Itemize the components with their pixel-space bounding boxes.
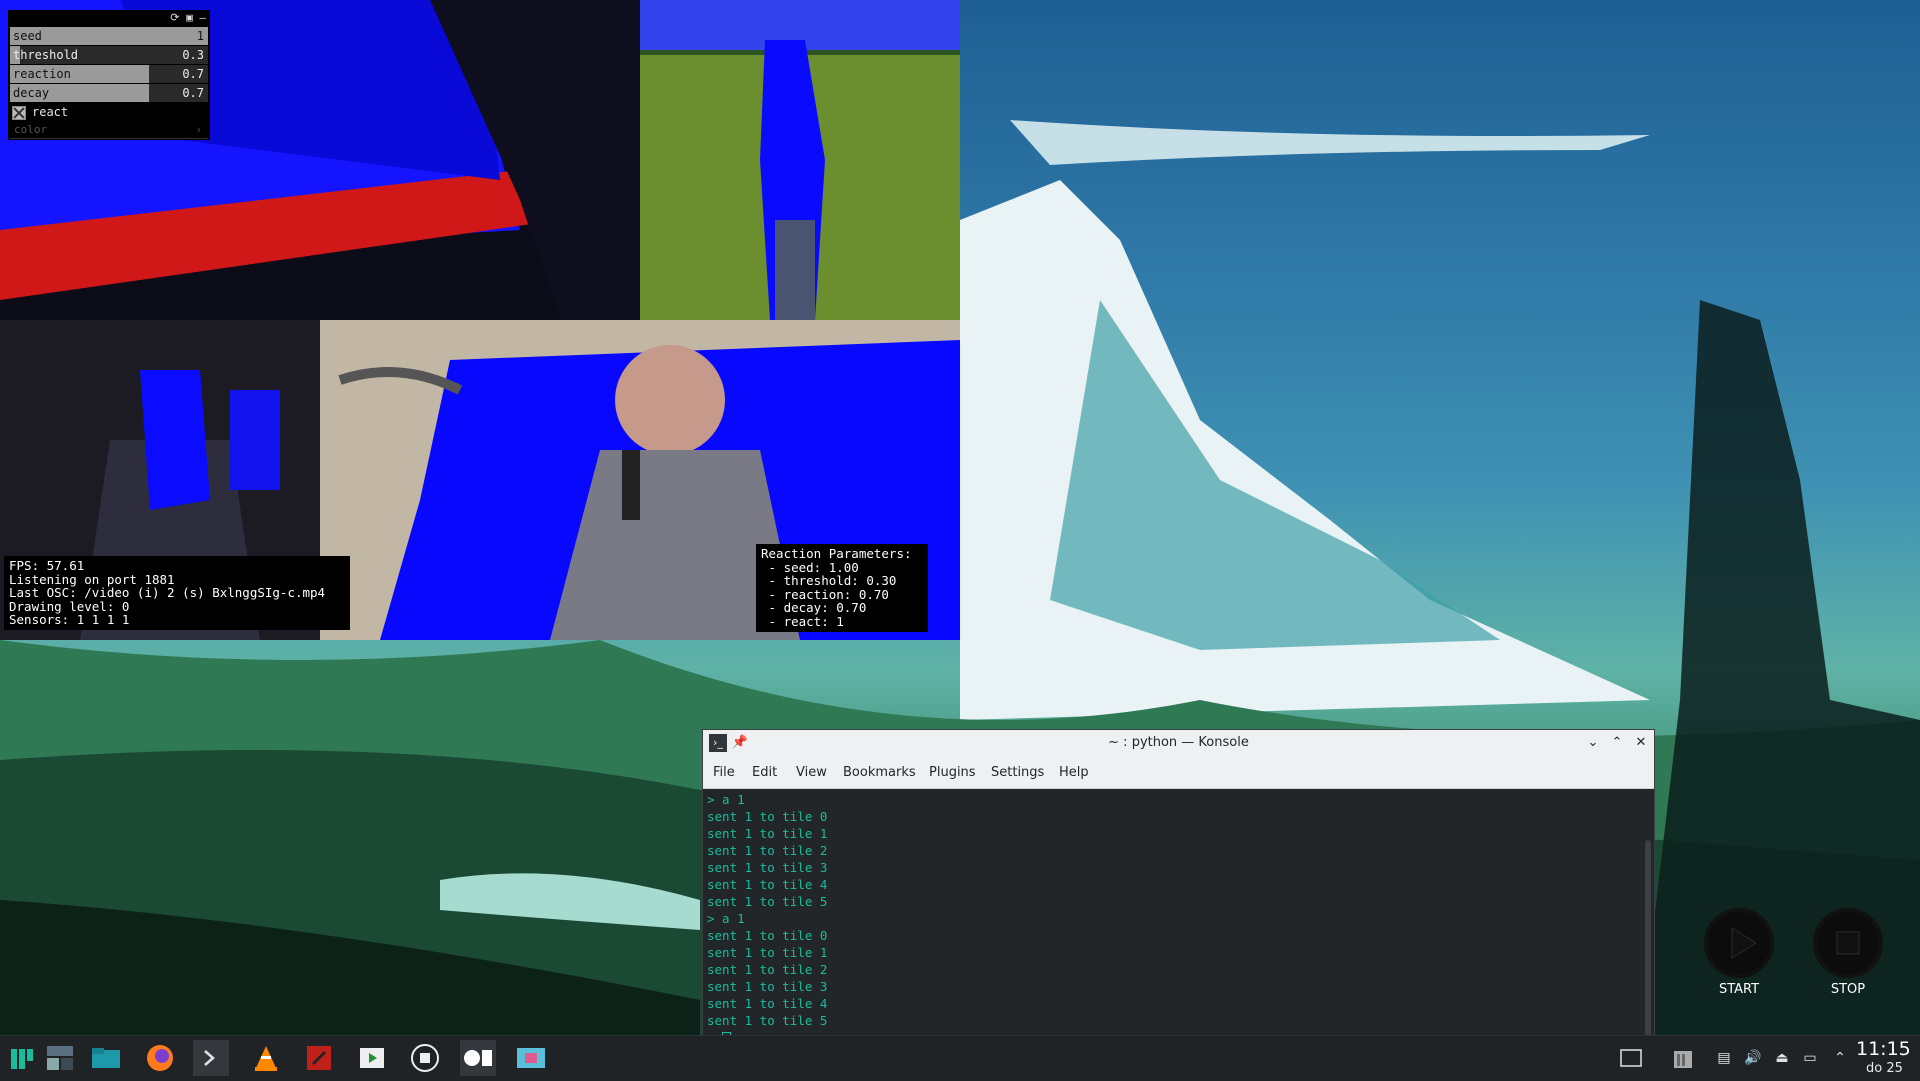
terminal-line: sent 1 to tile 1 xyxy=(707,945,828,960)
refresh-icon[interactable]: ⟳ xyxy=(170,11,179,24)
param-react: - react: 1 xyxy=(761,613,844,629)
minimize-icon[interactable]: – xyxy=(199,11,206,24)
slider-label: threshold xyxy=(13,48,79,62)
volume-icon[interactable]: 🔊 xyxy=(1743,1048,1763,1068)
terminal-output[interactable]: > a 1 sent 1 to tile 0 sent 1 to tile 1 … xyxy=(703,789,1654,1042)
record-icon[interactable] xyxy=(407,1040,443,1076)
start-button[interactable] xyxy=(1704,908,1774,978)
firefox-icon[interactable] xyxy=(142,1040,178,1076)
taskbar: ▤ 🔊 ⏏ ▭ ⌃ 11:15 do 25 xyxy=(0,1035,1920,1081)
play-icon xyxy=(1731,927,1757,959)
gui-panel: ⟳ ▣ – seed 1 threshold 0.3 reaction 0.7 … xyxy=(8,10,210,140)
slider-seed[interactable]: seed 1 xyxy=(10,27,208,45)
network-icon[interactable]: ▭ xyxy=(1800,1048,1820,1068)
terminal-line: sent 1 to tile 3 xyxy=(707,860,828,875)
save-icon[interactable]: ▣ xyxy=(186,11,193,24)
terminal-line: sent 1 to tile 4 xyxy=(707,996,828,1011)
stop-button[interactable] xyxy=(1813,908,1883,978)
param-seed: - seed: 1.00 xyxy=(761,559,859,575)
screenshot-icon[interactable] xyxy=(513,1040,549,1076)
clock-time[interactable]: 11:15 xyxy=(1856,1038,1911,1060)
show-desktop-icon[interactable] xyxy=(1620,1048,1642,1068)
slider-value: 0.7 xyxy=(182,86,204,100)
window-title: ~ : python — Konsole xyxy=(1108,735,1249,750)
fps-text: FPS: 57.61 xyxy=(9,558,85,573)
slider-value: 0.3 xyxy=(182,48,204,62)
menu-edit[interactable]: Edit xyxy=(752,765,777,780)
group-color[interactable]: color › xyxy=(10,122,208,139)
chevron-right-icon: › xyxy=(195,123,202,136)
menu-view[interactable]: View xyxy=(796,765,827,780)
params-overlay: Reaction Parameters: - seed: 1.00 - thre… xyxy=(756,544,928,632)
archive-icon[interactable] xyxy=(1672,1048,1692,1068)
clock-date[interactable]: do 25 xyxy=(1866,1061,1903,1076)
file-manager-icon[interactable] xyxy=(88,1040,124,1076)
minimize-button[interactable]: ⌄ xyxy=(1584,734,1602,752)
param-threshold: - threshold: 0.30 xyxy=(761,573,897,589)
param-reaction: - reaction: 0.70 xyxy=(761,586,889,602)
media-player-icon[interactable] xyxy=(354,1040,390,1076)
menu-help[interactable]: Help xyxy=(1059,765,1089,780)
usb-icon[interactable]: ⏏ xyxy=(1772,1048,1792,1068)
terminal-scrollbar[interactable] xyxy=(1645,840,1651,1038)
terminal-line: sent 1 to tile 1 xyxy=(707,826,828,841)
openframeworks-icon[interactable] xyxy=(460,1040,496,1076)
terminal-line: sent 1 to tile 5 xyxy=(707,1013,828,1028)
stop-label: STOP xyxy=(1830,982,1866,997)
menu-bookmarks[interactable]: Bookmarks xyxy=(843,765,916,780)
stop-icon xyxy=(1836,931,1860,955)
toggle-label: react xyxy=(32,105,69,119)
param-decay: - decay: 0.70 xyxy=(761,600,867,616)
stats-overlay: FPS: 57.61 Listening on port 1881 Last OSC… xyxy=(4,556,350,630)
params-title: Reaction Parameters: xyxy=(761,546,912,561)
menubar: File Edit View Bookmarks Plugins Setting… xyxy=(703,756,1654,789)
osc-text: Last OSC: /video (i) 2 (s) BxlnggSIg-c.m… xyxy=(9,585,326,601)
slider-reaction[interactable]: reaction 0.7 xyxy=(10,65,208,83)
terminal-line: sent 1 to tile 2 xyxy=(707,962,828,977)
pager-icon[interactable] xyxy=(42,1040,78,1076)
terminal-line: > a 1 xyxy=(707,792,745,807)
menu-settings[interactable]: Settings xyxy=(991,765,1044,780)
port-text: Listening on port 1881 xyxy=(9,571,175,587)
slider-threshold[interactable]: threshold 0.3 xyxy=(10,46,208,64)
start-label: START xyxy=(1718,982,1760,997)
terminal-line: sent 1 to tile 5 xyxy=(707,894,828,909)
toggle-react[interactable]: react xyxy=(10,103,208,121)
group-label: color xyxy=(14,123,48,136)
sensors-text: Sensors: 1 1 1 1 xyxy=(9,612,130,628)
terminal-icon[interactable] xyxy=(193,1040,229,1076)
vlc-icon[interactable] xyxy=(248,1040,284,1076)
application-menu-icon[interactable] xyxy=(4,1040,40,1076)
level-text: Drawing level: 0 xyxy=(9,598,130,614)
checkbox-icon[interactable] xyxy=(12,106,26,120)
window-titlebar[interactable]: ›_ 📌 ~ : python — Konsole ⌄ ⌃ ✕ xyxy=(703,730,1654,756)
konsole-window: ›_ 📌 ~ : python — Konsole ⌄ ⌃ ✕ File Edi… xyxy=(702,729,1655,1043)
close-button[interactable]: ✕ xyxy=(1632,734,1650,752)
slider-label: reaction xyxy=(13,67,71,81)
clipboard-icon[interactable]: ▤ xyxy=(1714,1048,1734,1068)
terminal-line: > a 1 xyxy=(707,911,745,926)
terminal-line: sent 1 to tile 0 xyxy=(707,809,828,824)
terminal-line: sent 1 to tile 2 xyxy=(707,843,828,858)
app-red-icon[interactable] xyxy=(301,1040,337,1076)
menu-file[interactable]: File xyxy=(713,765,735,780)
terminal-line: sent 1 to tile 0 xyxy=(707,928,828,943)
gui-header: ⟳ ▣ – xyxy=(8,10,210,26)
slider-label: decay xyxy=(13,86,50,100)
slider-decay[interactable]: decay 0.7 xyxy=(10,84,208,102)
chevron-up-icon[interactable]: ⌃ xyxy=(1830,1048,1850,1068)
menu-plugins[interactable]: Plugins xyxy=(929,765,976,780)
terminal-line: sent 1 to tile 4 xyxy=(707,877,828,892)
slider-value: 1 xyxy=(196,29,204,43)
slider-value: 0.7 xyxy=(182,67,204,81)
video-tile-1 xyxy=(640,0,960,320)
slider-label: seed xyxy=(13,29,42,43)
terminal-line: sent 1 to tile 3 xyxy=(707,979,828,994)
maximize-button[interactable]: ⌃ xyxy=(1608,734,1626,752)
